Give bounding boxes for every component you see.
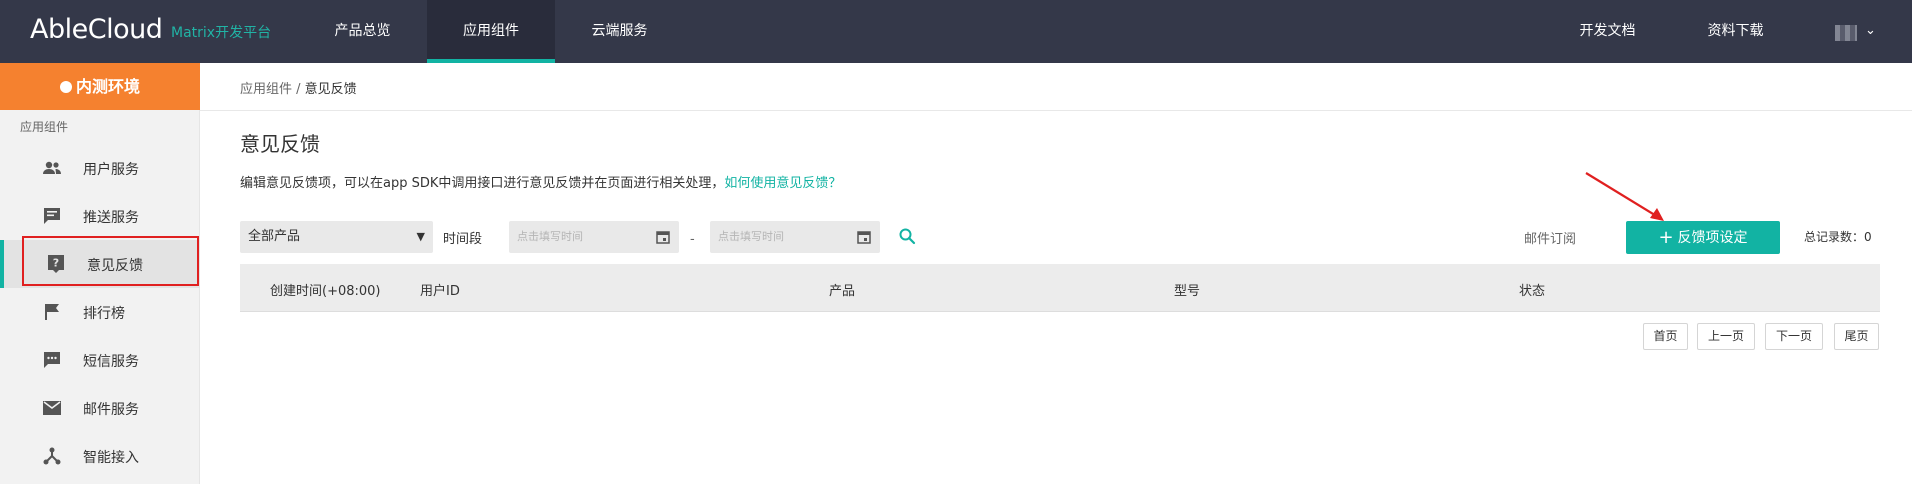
users-icon: [43, 161, 61, 174]
flag-icon: [45, 304, 59, 320]
nav-dev-docs[interactable]: 开发文档: [1560, 0, 1655, 63]
breadcrumb: 应用组件 / 意见反馈: [240, 78, 357, 97]
sidebar-item-push-service[interactable]: 推送服务: [0, 192, 200, 240]
mail-icon: [43, 401, 61, 415]
description-text: 编辑意见反馈项，可以在app SDK中调用接口进行意见反馈并在页面进行相关处理，: [240, 176, 725, 191]
table-header: 创建时间(+08:00) 用户ID 产品 型号 状态: [240, 264, 1880, 312]
annotation-arrow-icon: [1585, 172, 1664, 221]
time-range-label: 时间段: [443, 232, 483, 247]
calendar-icon: [857, 231, 871, 244]
search-icon[interactable]: [898, 227, 916, 245]
pagination-prev[interactable]: 上一页: [1697, 323, 1755, 350]
network-icon: [43, 447, 61, 465]
total-records-value: 0: [1864, 230, 1872, 244]
nav-product-overview[interactable]: 产品总览: [315, 0, 410, 63]
pagination-first[interactable]: 首页: [1643, 323, 1688, 350]
start-date-placeholder: 点击填写时间: [517, 230, 583, 243]
nav-downloads[interactable]: 资料下载: [1688, 0, 1783, 63]
env-label: 内测环境: [75, 77, 140, 96]
nav-app-components[interactable]: 应用组件: [427, 0, 555, 63]
page-description: 编辑意见反馈项，可以在app SDK中调用接口进行意见反馈并在页面进行相关处理，…: [240, 172, 841, 191]
sidebar-item-smart-access[interactable]: 智能接入: [0, 432, 200, 480]
page-title: 意见反馈: [240, 132, 320, 156]
sidebar-item-label: 推送服务: [83, 210, 139, 226]
sidebar-item-leaderboard[interactable]: 排行榜: [0, 288, 200, 336]
feedback-settings-button[interactable]: + 反馈项设定: [1626, 221, 1780, 254]
sidebar-item-feedback[interactable]: ? 意见反馈: [0, 240, 200, 288]
sidebar: 内测环境 应用组件 用户服务 推送服务 ? 意见反馈 排行榜 短信服务 邮件服务…: [0, 63, 200, 484]
calendar-icon: [656, 231, 670, 244]
svg-text:?: ?: [53, 257, 59, 270]
sidebar-item-label: 排行榜: [83, 306, 125, 322]
dropdown-arrow-icon: ▼: [416, 230, 425, 243]
feedback-icon: ?: [48, 255, 64, 273]
sms-icon: [44, 352, 60, 368]
feedback-settings-label: 反馈项设定: [1677, 230, 1748, 246]
plus-icon: +: [1658, 227, 1674, 248]
sidebar-item-label: 用户服务: [83, 162, 139, 178]
breadcrumb-current: 意见反馈: [304, 82, 357, 97]
column-header-model: 型号: [1174, 284, 1201, 299]
sidebar-item-mail[interactable]: 邮件服务: [0, 384, 200, 432]
mail-subscribe-link[interactable]: 邮件订阅: [1524, 228, 1576, 247]
sidebar-item-label: 短信服务: [83, 354, 139, 370]
user-menu[interactable]: ⌄: [1835, 23, 1885, 41]
product-select-value: 全部产品: [248, 229, 301, 244]
total-records: 总记录数：0: [1804, 228, 1872, 245]
status-dot-icon: [59, 81, 72, 93]
top-nav-bar: AbleCloud Matrix开发平台 产品总览 应用组件 云端服务 开发文档…: [0, 0, 1912, 63]
sidebar-item-label: 智能接入: [83, 450, 139, 466]
end-date-placeholder: 点击填写时间: [718, 230, 784, 243]
breadcrumb-parent[interactable]: 应用组件: [240, 82, 292, 97]
sidebar-item-sms[interactable]: 短信服务: [0, 336, 200, 384]
end-date-input[interactable]: 点击填写时间: [710, 221, 880, 253]
message-icon: [44, 208, 60, 224]
pagination-last[interactable]: 尾页: [1834, 323, 1879, 350]
column-header-product: 产品: [829, 284, 856, 299]
env-badge[interactable]: 内测环境: [0, 63, 200, 110]
chevron-down-icon: ⌄: [1865, 23, 1876, 38]
sidebar-group-label: 应用组件: [20, 120, 69, 134]
header-divider: [200, 110, 1912, 111]
column-header-user-id: 用户ID: [420, 284, 460, 299]
sidebar-item-user-service[interactable]: 用户服务: [0, 144, 200, 192]
sidebar-item-label: 意见反馈: [87, 258, 143, 274]
pagination-next[interactable]: 下一页: [1765, 323, 1823, 350]
total-records-label: 总记录数：: [1804, 230, 1865, 244]
column-header-status: 状态: [1519, 284, 1546, 299]
avatar: [1835, 25, 1857, 41]
column-header-created-time: 创建时间(+08:00): [270, 284, 381, 299]
nav-cloud-services[interactable]: 云端服务: [572, 0, 667, 63]
logo-subtitle: Matrix开发平台: [171, 25, 272, 41]
start-date-input[interactable]: 点击填写时间: [509, 221, 679, 253]
date-range-dash: -: [690, 232, 695, 247]
help-link[interactable]: 如何使用意见反馈？: [724, 176, 841, 191]
product-select[interactable]: 全部产品 ▼: [240, 221, 433, 253]
sidebar-item-label: 邮件服务: [83, 402, 139, 418]
logo[interactable]: AbleCloud: [30, 14, 163, 45]
breadcrumb-separator: /: [292, 82, 305, 97]
